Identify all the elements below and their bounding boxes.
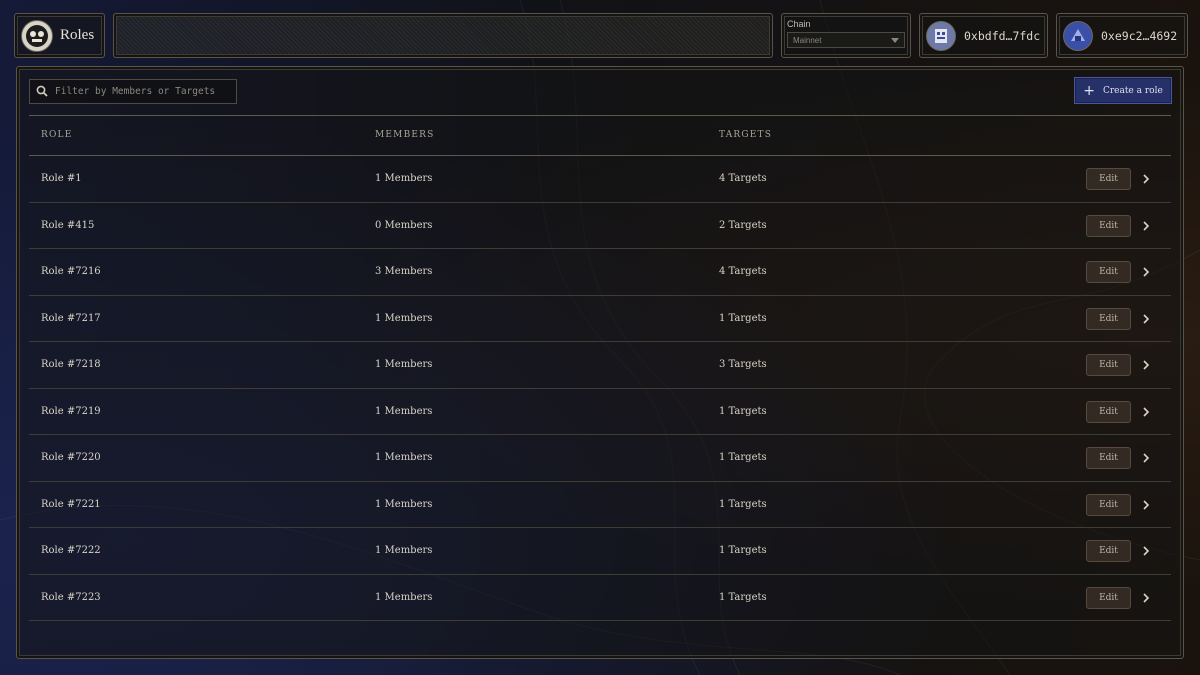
chain-select-value: Mainnet xyxy=(793,35,822,45)
chevron-right-icon[interactable] xyxy=(1139,264,1153,280)
table-row[interactable]: Role #7218 1 Members 3 Targets Edit xyxy=(29,342,1171,389)
targets-count: 3 Targets xyxy=(719,359,767,370)
targets-count: 4 Targets xyxy=(719,173,767,184)
chain-label: Chain xyxy=(787,19,811,29)
targets-count: 1 Targets xyxy=(719,498,767,510)
plus-icon: + xyxy=(1083,82,1095,99)
edit-role-button[interactable]: Edit xyxy=(1086,586,1131,609)
chevron-right-icon[interactable] xyxy=(1139,497,1153,513)
account-address: 0xbdfd…7fdc xyxy=(964,28,1041,43)
table-row[interactable]: Role #7216 3 Members 4 Targets Edit xyxy=(29,249,1171,296)
create-role-label: Create a role xyxy=(1102,85,1163,96)
account-button-1[interactable]: 0xbdfd…7fdc xyxy=(919,13,1048,58)
edit-role-button[interactable]: Edit xyxy=(1086,307,1131,330)
edit-role-button[interactable]: Edit xyxy=(1086,214,1131,237)
targets-count: 1 Targets xyxy=(719,545,767,556)
filter-input[interactable] xyxy=(55,86,225,97)
table-row[interactable]: Role #7221 1 Members 1 Targets Edit xyxy=(29,482,1171,528)
create-role-button[interactable]: + Create a role xyxy=(1074,77,1172,104)
table-row[interactable]: Role #7220 1 Members 1 Targets Edit xyxy=(29,435,1171,482)
targets-count: 4 Targets xyxy=(719,266,767,277)
chevron-right-icon[interactable] xyxy=(1139,171,1153,187)
targets-count: 1 Targets xyxy=(719,405,767,417)
members-count: 1 Members xyxy=(375,498,433,510)
role-name: Role #7223 xyxy=(41,591,101,603)
members-count: 0 Members xyxy=(375,219,433,231)
role-name: Role #7217 xyxy=(41,312,101,324)
column-header-targets: TARGETS xyxy=(719,130,773,140)
table-header: ROLE MEMBERS TARGETS xyxy=(29,115,1171,156)
edit-role-button[interactable]: Edit xyxy=(1086,400,1131,423)
chevron-right-icon[interactable] xyxy=(1139,218,1153,234)
account-button-2[interactable]: 0xe9c2…4692 xyxy=(1056,13,1188,58)
chevron-down-icon xyxy=(891,37,899,43)
chevron-right-icon[interactable] xyxy=(1139,543,1153,559)
breadcrumb-bar xyxy=(113,13,773,58)
targets-count: 1 Targets xyxy=(719,312,767,324)
role-name: Role #415 xyxy=(41,219,95,231)
members-count: 1 Members xyxy=(375,591,433,603)
edit-role-button[interactable]: Edit xyxy=(1086,261,1131,283)
role-name: Role #7222 xyxy=(41,545,101,556)
roles-panel: + Create a role ROLE MEMBERS TARGETS Rol… xyxy=(16,66,1184,659)
search-icon xyxy=(36,82,48,101)
edit-role-button[interactable]: Edit xyxy=(1086,354,1131,376)
table-row[interactable]: Role #415 0 Members 2 Targets Edit xyxy=(29,203,1171,249)
chevron-right-icon[interactable] xyxy=(1139,311,1153,327)
edit-role-button[interactable]: Edit xyxy=(1086,493,1131,516)
roles-table: ROLE MEMBERS TARGETS Role #1 1 Members 4 T… xyxy=(29,115,1171,621)
avatar-icon xyxy=(926,20,956,51)
chain-selector-box: Chain Mainnet xyxy=(781,13,911,58)
members-count: 1 Members xyxy=(375,359,433,370)
chevron-right-icon[interactable] xyxy=(1139,357,1153,373)
dao-logo-icon[interactable] xyxy=(21,19,53,52)
role-name: Role #7219 xyxy=(41,405,101,417)
members-count: 1 Members xyxy=(375,312,433,324)
role-name: Role #7220 xyxy=(41,452,101,463)
targets-count: 2 Targets xyxy=(719,219,767,231)
chevron-right-icon[interactable] xyxy=(1139,404,1153,420)
targets-count: 1 Targets xyxy=(719,591,767,603)
account-address: 0xe9c2…4692 xyxy=(1101,28,1178,43)
table-row[interactable]: Role #7219 1 Members 1 Targets Edit xyxy=(29,389,1171,435)
page-title: Roles xyxy=(60,27,95,43)
members-count: 1 Members xyxy=(375,173,433,184)
filter-box[interactable] xyxy=(29,79,237,104)
targets-count: 1 Targets xyxy=(719,452,767,463)
members-count: 3 Members xyxy=(375,266,433,277)
chevron-right-icon[interactable] xyxy=(1139,590,1153,606)
table-row[interactable]: Role #7217 1 Members 1 Targets Edit xyxy=(29,296,1171,342)
edit-role-button[interactable]: Edit xyxy=(1086,447,1131,469)
column-header-members: MEMBERS xyxy=(375,130,435,140)
members-count: 1 Members xyxy=(375,405,433,417)
role-name: Role #1 xyxy=(41,173,82,184)
table-row[interactable]: Role #7223 1 Members 1 Targets Edit xyxy=(29,575,1171,621)
page-title-box: Roles xyxy=(14,13,105,58)
role-name: Role #7218 xyxy=(41,359,101,370)
column-header-role: ROLE xyxy=(41,130,73,140)
edit-role-button[interactable]: Edit xyxy=(1086,168,1131,190)
table-row[interactable]: Role #1 1 Members 4 Targets Edit xyxy=(29,156,1171,203)
role-name: Role #7221 xyxy=(41,498,101,510)
chevron-right-icon[interactable] xyxy=(1139,450,1153,466)
header: Roles Chain Mainnet 0xbdfd…7fdc 0xe9c2…4… xyxy=(14,13,1188,58)
members-count: 1 Members xyxy=(375,452,433,463)
role-name: Role #7216 xyxy=(41,266,101,277)
edit-role-button[interactable]: Edit xyxy=(1086,540,1131,562)
avatar-icon xyxy=(1063,20,1093,51)
members-count: 1 Members xyxy=(375,545,433,556)
table-row[interactable]: Role #7222 1 Members 1 Targets Edit xyxy=(29,528,1171,575)
chain-select[interactable]: Mainnet xyxy=(787,32,905,48)
